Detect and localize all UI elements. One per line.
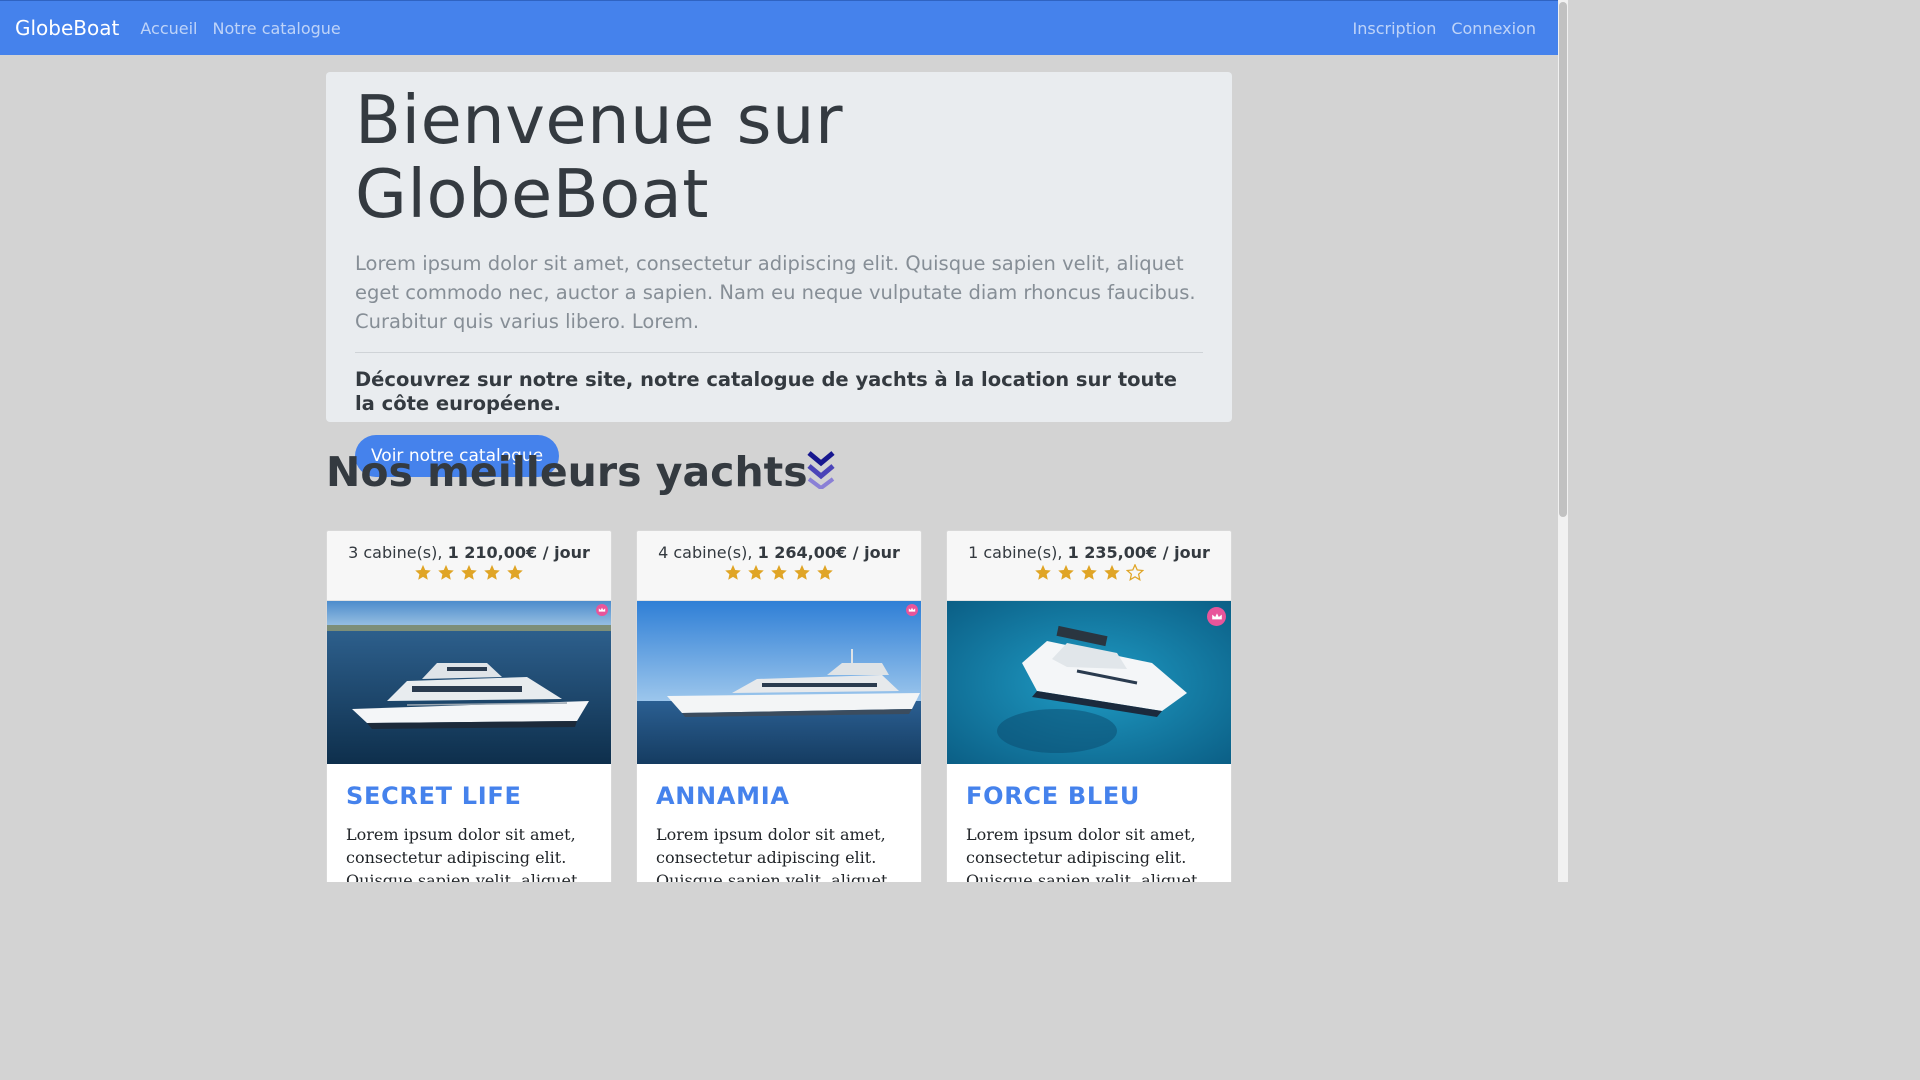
nav-link-catalogue[interactable]: Notre catalogue: [213, 19, 341, 38]
yacht-card[interactable]: 1 cabine(s), 1 235,00€ / jour FORCE BLEU…: [946, 530, 1232, 882]
nav-link-accueil[interactable]: Accueil: [140, 19, 197, 38]
card-price: 4 cabine(s), 1 264,00€ / jour: [637, 543, 921, 562]
rating-stars: [637, 564, 921, 581]
page-scrollbar[interactable]: [1558, 0, 1568, 882]
hero-lead: Lorem ipsum dolor sit amet, consectetur …: [355, 252, 1196, 334]
hero-title: Bienvenue sur GlobeBoat: [355, 81, 843, 233]
yacht-name[interactable]: FORCE BLEU: [966, 782, 1212, 810]
star-icon: [461, 564, 477, 580]
star-icon: [817, 564, 833, 580]
rating-stars: [947, 564, 1231, 581]
card-price: 3 cabine(s), 1 210,00€ / jour: [327, 543, 611, 562]
section-title-text: Nos meilleurs yachts: [326, 448, 808, 496]
nav-right: Inscription Connexion: [1338, 1, 1536, 56]
star-icon: [438, 564, 454, 580]
card-header: 4 cabine(s), 1 264,00€ / jour: [637, 531, 921, 601]
card-price: 1 cabine(s), 1 235,00€ / jour: [947, 543, 1231, 562]
rating-stars: [327, 564, 611, 581]
card-header: 1 cabine(s), 1 235,00€ / jour: [947, 531, 1231, 601]
nav-link-inscription[interactable]: Inscription: [1353, 19, 1437, 38]
star-icon: [507, 564, 523, 580]
hero-divider: [355, 352, 1203, 354]
star-icon: [725, 564, 741, 580]
section-title: Nos meilleurs yachts: [326, 448, 836, 496]
yacht-card[interactable]: 3 cabine(s), 1 210,00€ / jour SECRET LIF…: [326, 530, 612, 882]
yacht-photo[interactable]: [327, 601, 611, 764]
star-icon: [794, 564, 810, 580]
yacht-name[interactable]: SECRET LIFE: [346, 782, 592, 810]
yacht-description: Lorem ipsum dolor sit amet, consectetur …: [656, 825, 888, 882]
yacht-photo-image: [637, 601, 921, 764]
navbar: GlobeBoat Accueil Notre catalogue Inscri…: [0, 0, 1558, 55]
star-icon: [1081, 564, 1097, 580]
hero-subtitle: Découvrez sur notre site, notre catalogu…: [355, 368, 1177, 416]
card-header: 3 cabine(s), 1 210,00€ / jour: [327, 531, 611, 601]
brand-logo[interactable]: GlobeBoat: [15, 16, 119, 40]
star-icon: [415, 564, 431, 580]
card-body: ANNAMIA Lorem ipsum dolor sit amet, cons…: [637, 764, 921, 882]
hero-jumbotron: Bienvenue sur GlobeBoat Lorem ipsum dolo…: [326, 72, 1232, 478]
crown-icon: [1207, 607, 1226, 626]
yacht-photo-image: [947, 601, 1231, 764]
nav-link-connexion[interactable]: Connexion: [1451, 19, 1536, 38]
card-daily-price: 1 210,00€ / jour: [447, 543, 590, 562]
card-daily-price: 1 264,00€ / jour: [757, 543, 900, 562]
double-chevron-down-icon: [807, 451, 835, 489]
card-body: SECRET LIFE Lorem ipsum dolor sit amet, …: [327, 764, 611, 882]
yacht-card[interactable]: 4 cabine(s), 1 264,00€ / jour ANNAMIA Lo…: [636, 530, 922, 882]
scrollbar-thumb[interactable]: [1559, 2, 1567, 517]
card-cabins: 3 cabine(s),: [348, 543, 443, 562]
star-outline-icon: [1126, 564, 1144, 581]
card-body: FORCE BLEU Lorem ipsum dolor sit amet, c…: [947, 764, 1231, 882]
card-cabins: 4 cabine(s),: [658, 543, 753, 562]
star-icon: [484, 564, 500, 580]
yacht-name[interactable]: ANNAMIA: [656, 782, 902, 810]
yacht-description: Lorem ipsum dolor sit amet, consectetur …: [966, 825, 1198, 882]
page: GlobeBoat Accueil Notre catalogue Inscri…: [0, 0, 1568, 882]
card-cabins: 1 cabine(s),: [968, 543, 1063, 562]
yacht-description: Lorem ipsum dolor sit amet, consectetur …: [346, 825, 578, 882]
crown-icon: [906, 604, 918, 616]
star-icon: [748, 564, 764, 580]
star-icon: [1035, 564, 1051, 580]
yacht-photo-image: [327, 601, 611, 764]
card-daily-price: 1 235,00€ / jour: [1067, 543, 1210, 562]
yacht-photo[interactable]: [637, 601, 921, 764]
star-icon: [1104, 564, 1120, 580]
crown-icon: [596, 604, 608, 616]
star-icon: [771, 564, 787, 580]
star-icon: [1058, 564, 1074, 580]
yacht-photo[interactable]: [947, 601, 1231, 764]
